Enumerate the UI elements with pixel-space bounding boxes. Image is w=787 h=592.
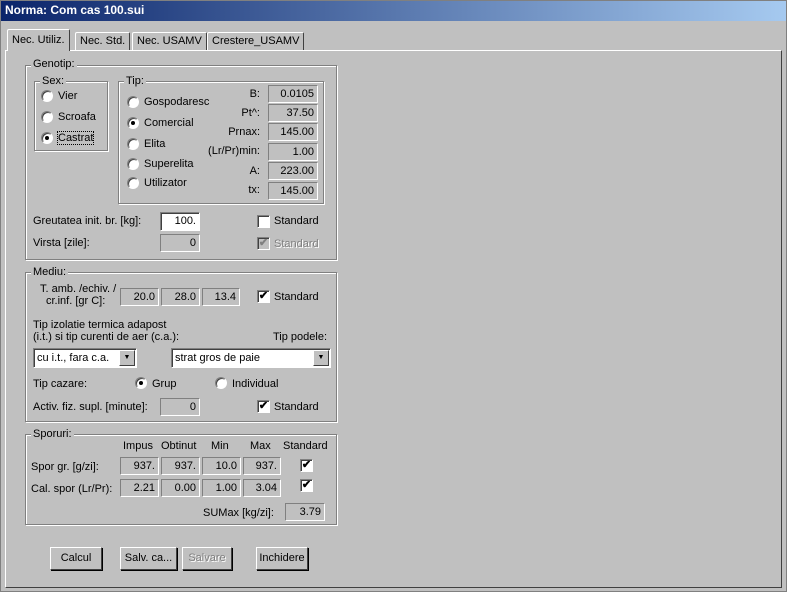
virsta-label: Virsta [zile]: <box>33 237 90 249</box>
greutatea-input[interactable]: 100. <box>160 212 200 231</box>
label-vier: Vier <box>58 90 78 102</box>
cal-spor-impus: 2.21 <box>120 479 159 497</box>
salv-ca-button[interactable]: Salv. ca... <box>120 547 177 570</box>
param-tx-label: tx: <box>248 184 260 196</box>
col-impus: Impus <box>123 440 153 452</box>
sumax-label: SUMax [kg/zi]: <box>203 507 274 519</box>
param-prmax-label: Prnax: <box>228 126 260 138</box>
label-scroafa: Scroafa <box>58 111 96 123</box>
cal-spor-standard-checkbox[interactable]: ✔ <box>300 479 313 492</box>
temp-crinf-field: 13.4 <box>202 288 240 306</box>
activ-label: Activ. fiz. supl. [minute]: <box>33 401 148 413</box>
sporuri-legend: Sporuri: <box>31 428 74 440</box>
virsta-input[interactable]: 0 <box>160 234 200 252</box>
salvare-button[interactable]: Salvare <box>182 547 232 570</box>
window-title: Norma: Com cas 100.sui <box>0 0 787 21</box>
podele-label: Tip podele: <box>273 331 328 343</box>
radio-comercial[interactable] <box>127 117 139 129</box>
radio-utilizator[interactable] <box>127 177 139 189</box>
tab-label: Nec. Utiliz. <box>12 34 65 46</box>
radio-elita[interactable] <box>127 138 139 150</box>
chevron-down-icon[interactable]: ▼ <box>119 350 135 366</box>
tab-label: Crestere_USAMV <box>212 35 300 47</box>
col-max: Max <box>250 440 271 452</box>
param-prmax-value: 145.00 <box>268 123 318 141</box>
col-obtinut: Obtinut <box>161 440 197 452</box>
label-comercial: Comercial <box>144 117 194 129</box>
temp-amb-field: 20.0 <box>120 288 159 306</box>
tab-crestere-usamv[interactable]: Crestere_USAMV <box>207 32 305 50</box>
activ-input[interactable]: 0 <box>160 398 200 416</box>
cal-spor-max: 3.04 <box>243 479 281 497</box>
calcul-button[interactable]: Calcul <box>50 547 102 570</box>
label-superelita: Superelita <box>144 158 194 170</box>
temp-standard-checkbox[interactable]: ✔ <box>257 290 270 303</box>
greutatea-standard-label: Standard <box>274 215 319 227</box>
param-a-label: A: <box>249 165 260 177</box>
greutatea-standard-checkbox[interactable] <box>257 215 270 228</box>
label-utilizator: Utilizator <box>144 177 187 189</box>
spor-gr-min: 10.0 <box>202 457 241 475</box>
tab-nec-utiliz[interactable]: Nec. Utiliz. <box>7 29 70 51</box>
radio-castrat[interactable] <box>41 132 53 144</box>
spor-gr-impus: 937. <box>120 457 159 475</box>
label-castrat: Castrat <box>57 131 95 145</box>
temp-label-line2: cr.inf. [gr C]: <box>46 295 106 307</box>
mediu-legend: Mediu: <box>31 266 69 278</box>
temp-echiv-field: 28.0 <box>161 288 200 306</box>
param-a-value: 223.00 <box>268 162 318 180</box>
chevron-down-icon[interactable]: ▼ <box>313 350 329 366</box>
spor-gr-standard-checkbox[interactable]: ✔ <box>300 459 313 472</box>
cal-spor-min: 1.00 <box>202 479 241 497</box>
virsta-standard-label: Standard <box>274 238 319 250</box>
label-grup: Grup <box>152 378 177 390</box>
genotip-legend: Genotip: <box>31 58 77 70</box>
tip-legend: Tip: <box>124 75 146 87</box>
col-min: Min <box>211 440 229 452</box>
param-pt-value: 37.50 <box>268 104 318 122</box>
param-lrpr-value: 1.00 <box>268 143 318 161</box>
spor-gr-max: 937. <box>243 457 281 475</box>
sumax-value: 3.79 <box>285 503 325 521</box>
cazare-label: Tip cazare: <box>33 378 88 390</box>
col-standard: Standard <box>283 440 328 452</box>
param-tx-value: 145.00 <box>268 182 318 200</box>
param-pt-label: Pt^: <box>241 107 260 119</box>
sex-legend: Sex: <box>40 75 67 87</box>
param-b-value: 0.0105 <box>268 85 318 103</box>
virsta-standard-checkbox[interactable]: ✔ <box>257 237 270 250</box>
izolatie-label-line2: (i.t.) si tip curenti de aer (c.a.): <box>33 331 180 343</box>
radio-superelita[interactable] <box>127 158 139 170</box>
spor-gr-obtinut: 937. <box>161 457 200 475</box>
tab-nec-usamv[interactable]: Nec. USAMV <box>132 32 207 50</box>
spor-gr-label: Spor gr. [g/zi]: <box>31 461 99 473</box>
tab-label: Nec. Std. <box>80 35 126 47</box>
inchidere-button[interactable]: Inchidere <box>256 547 308 570</box>
radio-individual[interactable] <box>215 377 227 389</box>
izolatie-select-value: cu i.t., fara c.a. <box>37 352 110 364</box>
param-b-label: B: <box>249 88 260 100</box>
cal-spor-label: Cal. spor (Lr/Pr): <box>31 483 113 495</box>
podele-select[interactable]: strat gros de paie ▼ <box>171 348 331 368</box>
tab-label: Nec. USAMV <box>137 35 202 47</box>
activ-standard-label: Standard <box>274 401 319 413</box>
temp-standard-label: Standard <box>274 291 319 303</box>
radio-vier[interactable] <box>41 90 53 102</box>
label-elita: Elita <box>144 138 166 150</box>
greutatea-label: Greutatea init. br. [kg]: <box>33 215 142 227</box>
param-lrpr-label: (Lr/Pr)min: <box>208 145 260 157</box>
izolatie-select[interactable]: cu i.t., fara c.a. ▼ <box>33 348 137 368</box>
radio-grup[interactable] <box>135 377 147 389</box>
podele-select-value: strat gros de paie <box>175 352 260 364</box>
cal-spor-obtinut: 0.00 <box>161 479 200 497</box>
tab-nec-std[interactable]: Nec. Std. <box>75 32 131 50</box>
radio-gospodaresc[interactable] <box>127 96 139 108</box>
activ-standard-checkbox[interactable]: ✔ <box>257 400 270 413</box>
radio-scroafa[interactable] <box>41 111 53 123</box>
label-individual: Individual <box>232 378 279 390</box>
